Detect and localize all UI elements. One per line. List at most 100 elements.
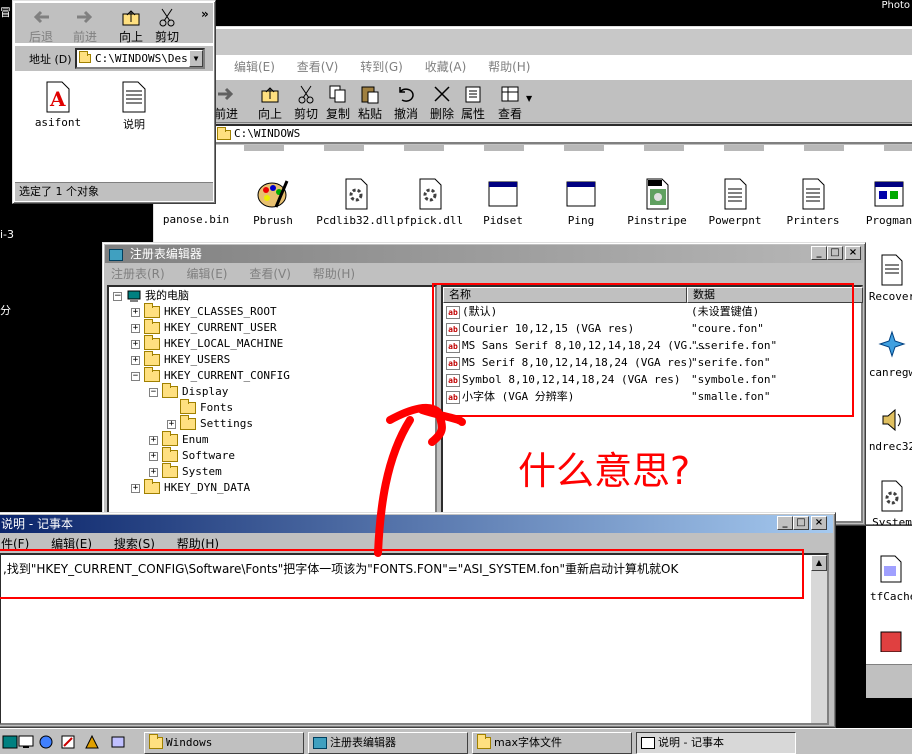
- copy-icon: [329, 85, 346, 103]
- menu-item[interactable]: 帮助(H): [313, 267, 355, 281]
- file-item[interactable]: Pcdlib32.dll: [314, 177, 398, 227]
- menu-item[interactable]: 查看(V): [297, 60, 339, 74]
- up-button[interactable]: 向上: [258, 84, 282, 122]
- paint-quicklaunch-icon[interactable]: [84, 735, 100, 749]
- file-item[interactable]: Recover: [862, 253, 912, 303]
- menu-item[interactable]: 查看(V): [249, 267, 291, 281]
- file-item[interactable]: A asifont: [23, 81, 93, 129]
- close-button[interactable]: ×: [811, 516, 827, 530]
- desktop-quicklaunch-icon[interactable]: [2, 735, 18, 749]
- back-button[interactable]: 后退: [29, 7, 53, 45]
- maximize-button[interactable]: □: [827, 246, 843, 260]
- taskbar-button-notepad[interactable]: 说明 - 记事本: [636, 732, 796, 754]
- file-item[interactable]: Printers: [778, 177, 848, 227]
- cut-button[interactable]: 剪切: [294, 84, 318, 122]
- tree-node[interactable]: + HKEY_CURRENT_USER: [131, 319, 277, 336]
- undo-button[interactable]: 撤消: [394, 84, 418, 122]
- chevron-down-icon[interactable]: ▼: [189, 50, 203, 67]
- view-icon: [501, 86, 519, 102]
- editor-quicklaunch-icon[interactable]: [60, 735, 76, 749]
- vertical-scrollbar[interactable]: ▲: [811, 555, 827, 723]
- network-quicklaunch-icon[interactable]: [38, 735, 54, 749]
- delete-button[interactable]: 删除: [430, 84, 454, 122]
- forward-button[interactable]: 前进: [73, 7, 97, 45]
- application-window-icon: [488, 181, 518, 207]
- tree-node[interactable]: + Settings: [167, 415, 253, 432]
- paint-palette-icon: [257, 180, 289, 208]
- minimize-button[interactable]: _: [811, 246, 827, 260]
- explorer-window-small[interactable]: 后退 前进 向上 剪切 » 地址 (D) C:\WINDOWS\Des ▼ A …: [12, 0, 216, 204]
- svg-text:A: A: [49, 87, 66, 111]
- more-chevron-icon[interactable]: »: [201, 7, 209, 21]
- clipped-filenames-row: [244, 145, 912, 151]
- file-item[interactable]: ndrec32: [862, 403, 912, 453]
- tree-node-root[interactable]: − 我的电脑: [113, 288, 189, 304]
- taskbar-button-max-fonts[interactable]: max字体文件: [472, 732, 632, 754]
- window-title: 说明 - 记事本: [1, 517, 73, 531]
- paste-icon: [361, 86, 379, 104]
- properties-button[interactable]: 属性: [461, 84, 485, 122]
- menu-item[interactable]: 编辑(E): [234, 60, 275, 74]
- file-item[interactable]: Ping: [546, 177, 616, 227]
- file-label: Progman: [865, 214, 912, 227]
- file-item[interactable]: 说明: [99, 81, 169, 132]
- file-item[interactable]: Powerpnt: [700, 177, 770, 227]
- paste-button[interactable]: 粘贴: [358, 84, 382, 122]
- tree-node[interactable]: + HKEY_CLASSES_ROOT: [131, 303, 277, 320]
- tree-node[interactable]: + HKEY_USERS: [131, 351, 230, 368]
- scissors-icon: [298, 85, 314, 104]
- tree-node[interactable]: + Enum: [149, 431, 209, 448]
- menu-item[interactable]: 帮助(H): [488, 60, 530, 74]
- up-button[interactable]: 向上: [119, 7, 143, 45]
- menu-item[interactable]: 转到(G): [360, 60, 403, 74]
- menu-item[interactable]: 注册表(R): [111, 267, 165, 281]
- view-button[interactable]: 查看 ▼: [498, 84, 532, 122]
- file-item[interactable]: Pidset: [468, 177, 538, 227]
- app-quicklaunch-icon[interactable]: [110, 735, 126, 749]
- folder-icon: [180, 415, 196, 430]
- address-field[interactable]: C:\WINDOWS\Des ▼: [75, 48, 205, 69]
- system-gear-icon: [881, 480, 903, 512]
- menu-item[interactable]: 编辑(E): [187, 267, 228, 281]
- address-field[interactable]: C:\WINDOWS: [212, 124, 912, 144]
- copy-button[interactable]: 复制: [326, 84, 350, 122]
- close-button[interactable]: ×: [845, 246, 861, 260]
- file-label: System: [872, 516, 912, 526]
- tree-node[interactable]: + System: [149, 463, 222, 480]
- taskbar-button-regedit[interactable]: 注册表编辑器: [308, 732, 468, 754]
- tree-node[interactable]: + Software: [149, 447, 235, 464]
- file-item[interactable]: pfpick.dll: [392, 177, 468, 227]
- folder-icon: [144, 479, 160, 494]
- menu-item[interactable]: 收藏(A): [425, 60, 467, 74]
- maximize-button[interactable]: □: [793, 516, 809, 530]
- taskbar-button-windows[interactable]: Windows: [144, 732, 304, 754]
- tree-node[interactable]: − Display: [149, 383, 228, 400]
- folder-icon: [144, 351, 160, 366]
- regedit-titlebar[interactable]: 注册表编辑器: [105, 245, 863, 263]
- minimize-button[interactable]: _: [777, 516, 793, 530]
- desktop-edge-text: 冒: [0, 6, 11, 19]
- file-item[interactable]: canregw: [862, 329, 912, 379]
- explorer-small-toolbar: 后退 前进 向上 剪切 »: [15, 3, 213, 45]
- scroll-up-arrow-icon[interactable]: ▲: [811, 555, 827, 571]
- chevron-down-icon[interactable]: ▼: [526, 94, 532, 103]
- forward-button[interactable]: 前进: [214, 84, 238, 122]
- regedit-app-icon: [313, 737, 327, 749]
- document-icon: [724, 178, 747, 210]
- tree-node[interactable]: Fonts: [180, 399, 233, 416]
- tree-node[interactable]: + HKEY_LOCAL_MACHINE: [131, 335, 283, 352]
- tree-node[interactable]: − HKEY_CURRENT_CONFIG: [131, 367, 290, 384]
- undo-icon: [399, 87, 414, 102]
- file-item[interactable]: Pinstripe: [622, 177, 692, 227]
- show-desktop-icon[interactable]: [18, 735, 34, 749]
- folder-open-icon: [162, 383, 178, 398]
- tree-node[interactable]: + HKEY_DYN_DATA: [131, 479, 250, 496]
- file-label: Pinstripe: [627, 214, 687, 227]
- file-item[interactable]: Pbrush: [238, 177, 308, 227]
- cut-button[interactable]: 剪切: [155, 7, 179, 45]
- file-label: Printers: [786, 214, 840, 227]
- file-item[interactable]: System: [862, 479, 912, 526]
- file-item[interactable]: Progman: [854, 177, 912, 227]
- explorer-big-titlebar[interactable]: [156, 29, 912, 55]
- taskbar: Windows 注册表编辑器 max字体文件 说明 - 记事本: [0, 728, 912, 754]
